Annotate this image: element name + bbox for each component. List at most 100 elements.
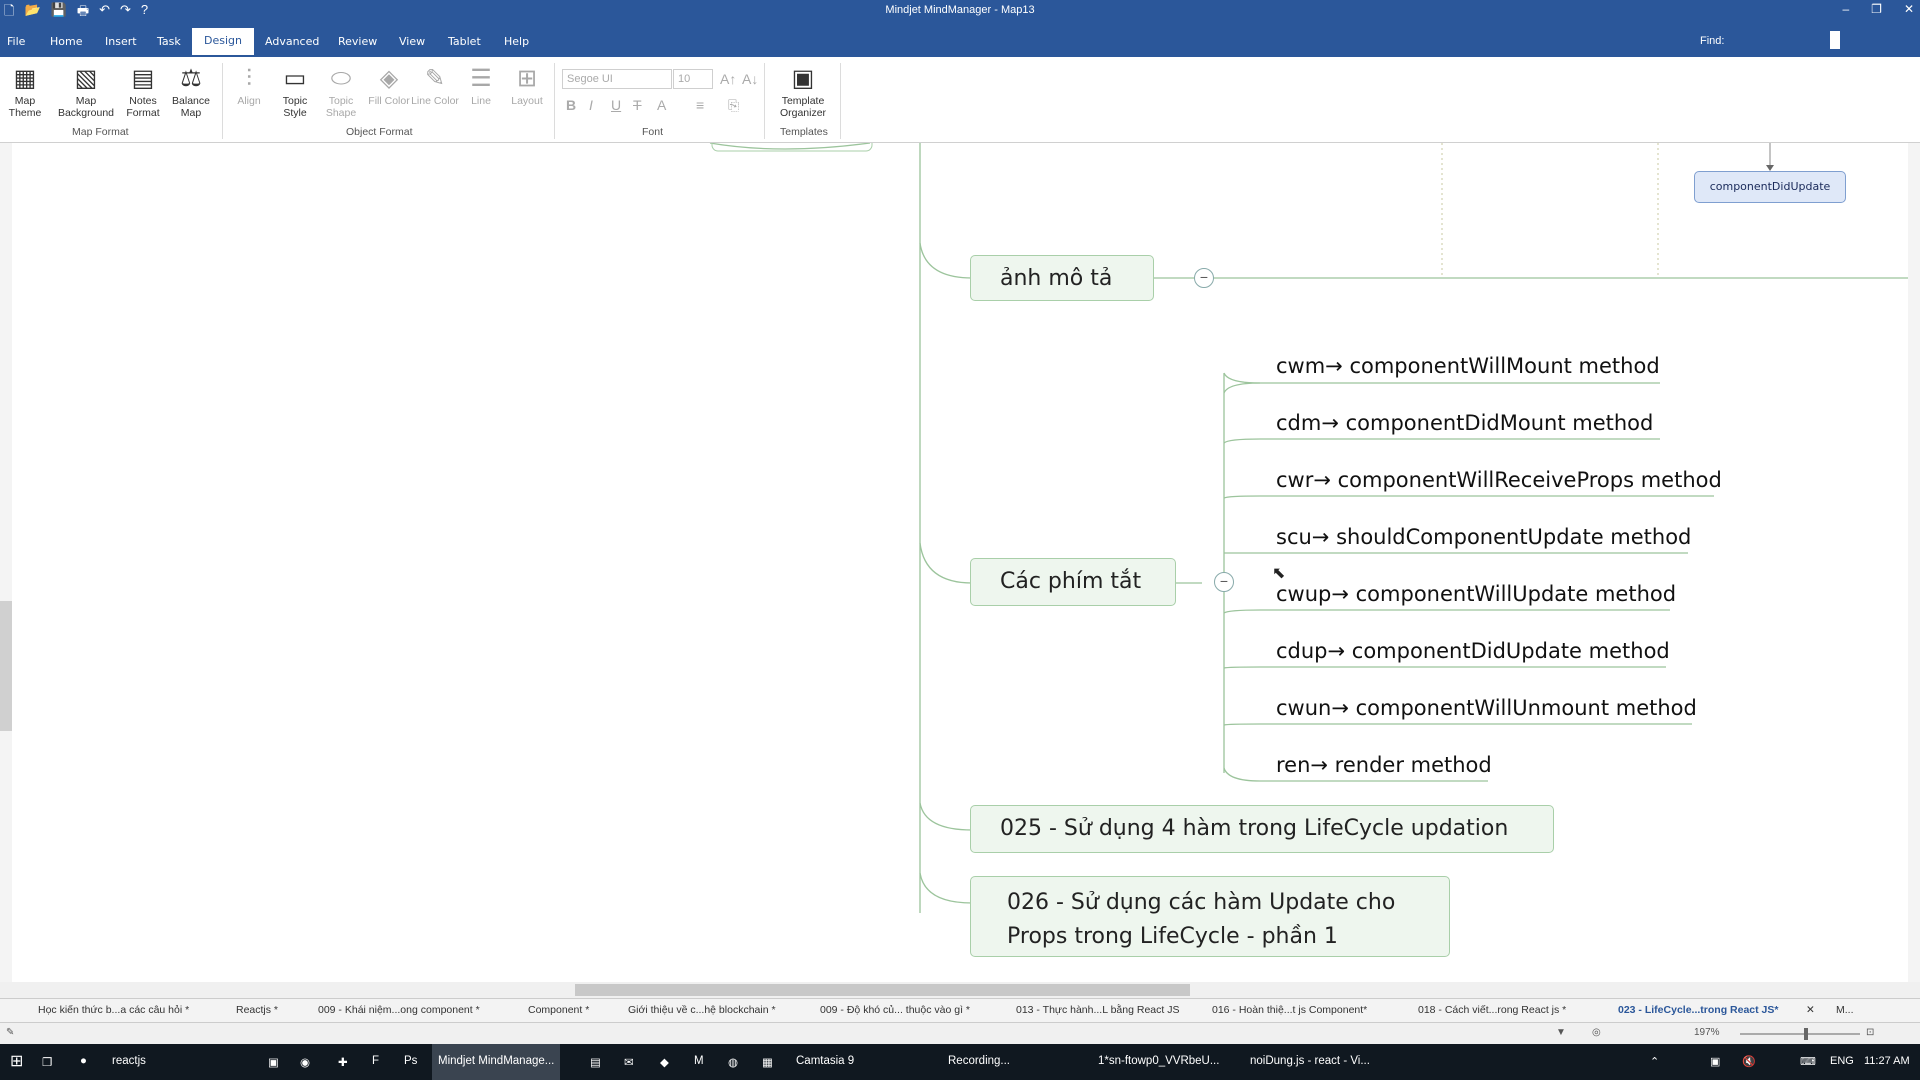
doc-tab[interactable]: M... xyxy=(1836,1004,1854,1016)
map-background-button[interactable]: ▧ Map Background xyxy=(54,65,118,119)
left-scrollbar[interactable] xyxy=(0,143,12,982)
taskbar-camtasia[interactable]: Camtasia 9 xyxy=(796,1055,854,1067)
shortcut-scu[interactable]: scu→ shouldComponentUpdate method xyxy=(1276,525,1691,549)
task-view-icon[interactable]: ❐ xyxy=(42,1055,52,1069)
filter-icon[interactable]: ▼ xyxy=(1556,1027,1566,1038)
shortcut-cdm[interactable]: cdm→ componentDidMount method xyxy=(1276,411,1653,435)
line-button[interactable]: ☰ Line xyxy=(456,65,506,107)
taskbar-folder-reactjs[interactable]: reactjs xyxy=(112,1055,146,1067)
doc-tab[interactable]: 009 - Khái niệm...ong component * xyxy=(318,1004,480,1016)
windows-start-icon[interactable]: ⊞ xyxy=(10,1051,23,1071)
doc-tab-close-icon[interactable]: ✕ xyxy=(1806,1004,1815,1016)
menu-advanced[interactable]: Advanced xyxy=(265,35,319,48)
layout-button[interactable]: ⊞ Layout xyxy=(502,65,552,107)
underline-icon[interactable]: U xyxy=(611,97,621,113)
topic-componentdidupdate[interactable]: componentDidUpdate xyxy=(1694,171,1846,203)
align-button[interactable]: ⫶ Align xyxy=(224,65,274,107)
shortcut-cwup[interactable]: cwup→ componentWillUpdate method xyxy=(1276,582,1676,606)
menu-review[interactable]: Review xyxy=(338,35,377,48)
doc-tab[interactable]: 013 - Thực hành...L bằng React JS xyxy=(1016,1004,1179,1016)
topic-025[interactable]: 025 - Sử dụng 4 hàm trong LifeCycle upda… xyxy=(970,805,1554,853)
doc-tab-active[interactable]: 023 - LifeCycle...trong React JS* xyxy=(1618,1004,1778,1016)
menu-help[interactable]: Help xyxy=(504,35,529,48)
shortcut-cdup[interactable]: cdup→ componentDidUpdate method xyxy=(1276,639,1670,663)
menu-view[interactable]: View xyxy=(399,35,425,48)
fit-map-icon[interactable]: ⊡ xyxy=(1866,1027,1874,1038)
app-icon[interactable]: ▣ xyxy=(268,1055,279,1069)
mail-icon[interactable]: ✉ xyxy=(624,1055,634,1069)
doc-tab[interactable]: Reactjs * xyxy=(236,1004,278,1016)
doc-tab[interactable]: 009 - Độ khó củ... thuộc vào gì * xyxy=(820,1004,970,1016)
minimize-icon[interactable]: – xyxy=(1842,2,1849,16)
left-scroll-thumb[interactable] xyxy=(0,601,12,731)
menu-design[interactable]: Design xyxy=(192,28,254,55)
shrink-font-icon[interactable]: A↓ xyxy=(742,71,758,87)
menu-home[interactable]: Home xyxy=(50,35,82,48)
taskbar-mindmanager[interactable]: Mindjet MindManage... xyxy=(432,1044,561,1080)
app-icon[interactable]: ▦ xyxy=(762,1055,773,1069)
collapse-anh-mo-ta-icon[interactable]: − xyxy=(1194,268,1214,288)
close-icon[interactable]: ✕ xyxy=(1904,2,1914,16)
doc-tab[interactable]: Học kiến thức b...a các câu hỏi * xyxy=(38,1004,189,1016)
topic-026[interactable]: 026 - Sử dụng các hàm Update cho Props t… xyxy=(970,876,1450,957)
template-organizer-button[interactable]: ▣ Template Organizer xyxy=(772,65,834,119)
menu-insert[interactable]: Insert xyxy=(105,35,137,48)
view-icon[interactable]: ◎ xyxy=(1592,1027,1601,1038)
doc-tab[interactable]: 018 - Cách viết...rong React js * xyxy=(1418,1004,1566,1016)
bold-icon[interactable]: B xyxy=(566,97,576,113)
menu-file[interactable]: File xyxy=(7,35,25,48)
zoom-slider-thumb[interactable] xyxy=(1804,1028,1808,1040)
font-name-select[interactable]: Segoe UI xyxy=(562,69,672,89)
map-theme-button[interactable]: ▦ Map Theme xyxy=(0,65,50,119)
shortcut-ren[interactable]: ren→ render method xyxy=(1276,753,1492,777)
chrome-icon[interactable]: ◍ xyxy=(728,1055,738,1069)
format-painter-icon[interactable]: ⎘ xyxy=(728,97,739,114)
shortcut-cwun[interactable]: cwun→ componentWillUnmount method xyxy=(1276,696,1697,720)
find-input[interactable] xyxy=(1830,31,1840,49)
map-canvas[interactable]: componentDidUpdate ảnh mô tả − Các phím … xyxy=(0,143,1910,982)
zoom-slider[interactable] xyxy=(1740,1033,1860,1035)
volume-icon[interactable]: 🔇 xyxy=(1742,1055,1756,1068)
app-icon[interactable]: ✚ xyxy=(338,1055,348,1069)
shortcut-cwm[interactable]: cwm→ componentWillMount method xyxy=(1276,354,1660,378)
taskbar-recording[interactable]: Recording... xyxy=(948,1055,1010,1067)
italic-icon[interactable]: I xyxy=(589,97,593,113)
topic-shape-button[interactable]: ⬭ Topic Shape xyxy=(316,65,366,119)
balance-map-button[interactable]: ⚖ Balance Map xyxy=(166,65,216,119)
menu-tablet[interactable]: Tablet xyxy=(448,35,481,48)
restore-icon[interactable]: ❐ xyxy=(1871,2,1882,16)
fill-color-button[interactable]: ◈ Fill Color xyxy=(364,65,414,107)
app-icon[interactable]: ▤ xyxy=(590,1055,601,1069)
clock[interactable]: 11:27 AM xyxy=(1864,1055,1910,1067)
line-color-button[interactable]: ✎ Line Color xyxy=(410,65,460,107)
font-color-icon[interactable]: A xyxy=(657,97,666,113)
topic-cac-phim-tat[interactable]: Các phím tắt xyxy=(970,558,1176,606)
menu-task[interactable]: Task xyxy=(157,35,181,48)
doc-tab[interactable]: Giới thiệu về c...hệ blockchain * xyxy=(628,1004,776,1016)
topic-anh-mo-ta[interactable]: ảnh mô tả xyxy=(970,255,1154,301)
app-icon[interactable]: ● xyxy=(80,1055,87,1067)
font-size-select[interactable]: 10 xyxy=(673,69,713,89)
status-pen-icon[interactable]: ✎ xyxy=(6,1027,14,1038)
right-scrollbar[interactable] xyxy=(1908,143,1920,982)
app-icon[interactable]: ◉ xyxy=(300,1055,310,1069)
collapse-cac-phim-tat-icon[interactable]: − xyxy=(1214,572,1234,592)
text-align-icon[interactable]: ≡ xyxy=(696,97,704,113)
horizontal-scroll-thumb[interactable] xyxy=(575,984,1190,996)
topic-style-button[interactable]: ▭ Topic Style xyxy=(270,65,320,119)
app-icon[interactable]: F xyxy=(372,1055,379,1067)
doc-tab[interactable]: 016 - Hoàn thiệ...t js Component* xyxy=(1212,1004,1367,1016)
tray-icon[interactable]: ▣ xyxy=(1710,1055,1720,1068)
tray-up-icon[interactable]: ⌃ xyxy=(1650,1055,1659,1068)
app-icon[interactable]: Ps xyxy=(404,1055,417,1067)
shortcut-cwr[interactable]: cwr→ componentWillReceiveProps method xyxy=(1276,468,1722,492)
grow-font-icon[interactable]: A↑ xyxy=(720,71,736,87)
taskbar-chrome-tab[interactable]: 1*sn-ftowp0_VVRbeU... xyxy=(1098,1055,1219,1067)
keyboard-icon[interactable]: ⌨ xyxy=(1800,1055,1816,1068)
strikethrough-icon[interactable]: T xyxy=(633,97,642,113)
app-icon[interactable]: M xyxy=(694,1055,704,1067)
language-indicator[interactable]: ENG xyxy=(1830,1055,1854,1067)
taskbar-vscode[interactable]: noiDung.js - react - Vi... xyxy=(1250,1055,1370,1067)
notes-format-button[interactable]: ▤ Notes Format xyxy=(118,65,168,119)
app-icon[interactable]: ◆ xyxy=(660,1055,669,1069)
